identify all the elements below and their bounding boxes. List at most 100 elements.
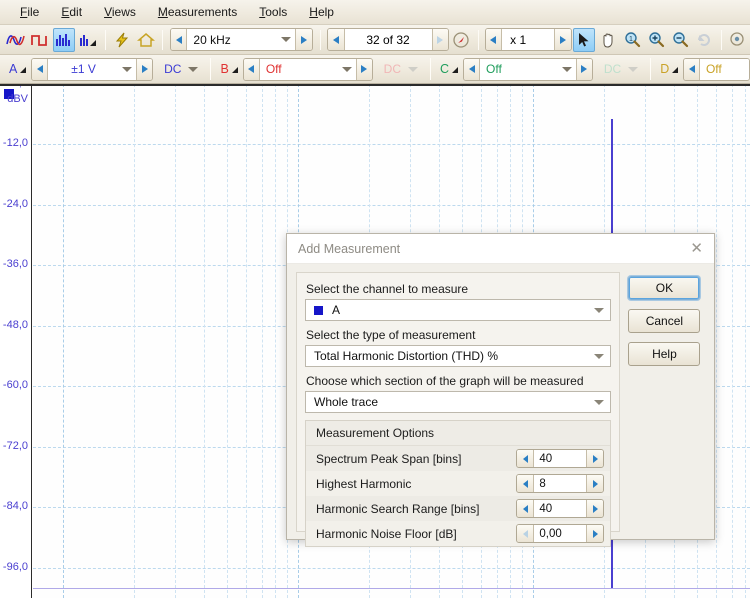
graph-section-label: Choose which section of the graph will b… — [306, 374, 584, 388]
channel-c-range-dropdown[interactable] — [558, 58, 576, 80]
channel-b-button[interactable]: B — [215, 62, 239, 76]
channel-c-range-next[interactable] — [575, 58, 592, 80]
page-next-button[interactable] — [431, 29, 449, 50]
harmonic-search-range-label: Harmonic Search Range [bins] — [316, 501, 480, 516]
channel-c-range-prev[interactable] — [464, 58, 481, 80]
channel-a-button[interactable]: A — [4, 62, 28, 76]
menu-file[interactable]: FileFile — [9, 2, 50, 22]
frequency-dropdown-arrow[interactable] — [276, 29, 295, 50]
channel-a-range-dropdown[interactable] — [118, 58, 137, 80]
channel-a-label: A — [9, 62, 18, 76]
menu-measurements[interactable]: Measurements — [147, 2, 248, 22]
harmonic-noise-floor-increment[interactable] — [586, 525, 604, 542]
channel-a-range-prev[interactable] — [32, 58, 49, 80]
zoom-factor-group[interactable]: x 1 — [484, 28, 573, 51]
channel-separator-b — [430, 58, 431, 80]
channel-a-range-value[interactable]: ±1 V — [48, 58, 119, 80]
spectrum-peak-span-spinner[interactable]: 40 — [516, 449, 605, 468]
frequency-next-button[interactable] — [294, 29, 312, 50]
channel-c-range-value[interactable]: Off — [480, 58, 559, 80]
svg-text:1: 1 — [629, 36, 633, 43]
waveform-page-value[interactable]: 32 of 32 — [344, 29, 432, 50]
spectrum-peak-span-increment[interactable] — [586, 450, 604, 467]
menu-tools[interactable]: Tools — [248, 2, 298, 22]
measurement-type-select[interactable]: Total Harmonic Distortion (THD) % — [305, 345, 612, 367]
ok-button[interactable]: OK — [628, 276, 701, 300]
frequency-range-group[interactable]: 20 kHz — [169, 28, 313, 51]
harmonic-noise-floor-value[interactable]: 0,00 — [534, 525, 587, 542]
measurement-type-value: Total Harmonic Distortion (THD) % — [314, 349, 499, 363]
spectrum-peak-span-value[interactable]: 40 — [534, 450, 587, 467]
channel-d-button[interactable]: D — [655, 62, 680, 76]
chevron-down-icon[interactable] — [594, 399, 605, 405]
compass-icon[interactable] — [450, 28, 472, 52]
zoom-out-icon[interactable] — [670, 28, 692, 52]
harmonic-search-range-increment[interactable] — [586, 500, 604, 517]
graph-section-select[interactable]: Whole trace — [305, 391, 612, 413]
channel-b-range-next[interactable] — [355, 58, 372, 80]
square-wave-icon[interactable] — [29, 28, 51, 52]
menu-help[interactable]: Help — [298, 2, 345, 22]
graph-top-border — [0, 84, 750, 86]
harmonic-noise-floor-spinner[interactable]: 0,00 — [516, 524, 605, 543]
chevron-down-icon[interactable] — [594, 353, 605, 359]
scope-view-icon[interactable] — [5, 28, 27, 52]
toolbar-separator — [104, 29, 106, 50]
highest-harmonic-increment[interactable] — [586, 475, 604, 492]
lightning-icon[interactable] — [111, 28, 133, 52]
menu-views[interactable]: Views — [93, 2, 147, 22]
channel-b-range-value[interactable]: Off — [259, 58, 339, 80]
y-axis-tick: -24,0 — [2, 197, 28, 210]
home-icon[interactable] — [135, 28, 157, 52]
zoom-in-icon[interactable] — [645, 28, 667, 52]
channel-d-range-prev[interactable] — [684, 58, 700, 80]
highest-harmonic-value[interactable]: 8 — [534, 475, 587, 492]
cancel-button[interactable]: Cancel — [628, 309, 701, 333]
pointer-tool-icon[interactable] — [573, 27, 596, 52]
harmonic-search-range-decrement[interactable] — [517, 500, 535, 517]
channel-b-range-dropdown[interactable] — [338, 58, 356, 80]
dialog-body: Select the channel to measure A Select t… — [287, 264, 714, 547]
channel-d-range-value[interactable]: Off — [699, 58, 749, 80]
spectrum-view-icon[interactable] — [53, 27, 76, 52]
hand-tool-icon[interactable] — [597, 28, 619, 52]
close-icon[interactable]: ✕ — [687, 241, 706, 256]
highest-harmonic-spinner[interactable]: 8 — [516, 474, 605, 493]
help-button[interactable]: Help — [628, 342, 701, 366]
highest-harmonic-label: Highest Harmonic — [316, 476, 412, 491]
channel-select-value: A — [332, 303, 341, 317]
harmonic-search-range-value[interactable]: 40 — [534, 500, 587, 517]
frequency-range-value[interactable]: 20 kHz — [187, 29, 277, 50]
y-axis-tick: -72,0 — [2, 439, 28, 452]
y-axis-tick: -48,0 — [2, 318, 28, 331]
spectrum-peak-span-decrement[interactable] — [517, 450, 535, 467]
overflow-icon[interactable] — [727, 28, 749, 52]
channel-b-range-prev[interactable] — [243, 58, 260, 80]
channel-a-range-group[interactable]: ±1 V — [31, 57, 154, 81]
waveform-page-group[interactable]: 32 of 32 — [326, 28, 450, 51]
undo-icon — [694, 28, 716, 52]
harmonic-search-range-spinner[interactable]: 40 — [516, 499, 605, 518]
chevron-down-icon[interactable] — [594, 307, 605, 313]
option-row: Harmonic Search Range [bins] 40 — [306, 496, 611, 521]
page-prev-button[interactable] — [327, 29, 345, 50]
toolbar-separator-4 — [477, 29, 479, 50]
channel-a-range-next[interactable] — [136, 58, 153, 80]
channel-c-button[interactable]: C — [435, 62, 460, 76]
spectrum-persist-icon[interactable] — [77, 28, 99, 52]
zoom-factor-next-button[interactable] — [554, 29, 572, 50]
add-measurement-dialog[interactable]: Add Measurement ✕ Select the channel to … — [286, 233, 715, 547]
channel-select[interactable]: A — [305, 299, 612, 321]
channel-c-range-group[interactable]: Off — [463, 57, 593, 81]
highest-harmonic-decrement[interactable] — [517, 475, 535, 492]
frequency-prev-button[interactable] — [170, 29, 188, 50]
channel-b-range-group[interactable]: Off — [242, 57, 373, 81]
channel-d-range-group[interactable]: Off — [683, 57, 750, 81]
zoom-factor-prev-button[interactable] — [485, 29, 503, 50]
menu-edit[interactable]: Edit — [50, 2, 93, 22]
channel-a-coupling[interactable]: DC — [158, 58, 204, 81]
zoom-factor-value[interactable]: x 1 — [502, 29, 555, 50]
dialog-title: Add Measurement — [298, 241, 401, 256]
zoom-reset-icon[interactable]: 1 — [621, 28, 643, 52]
channel-b-coupling: DC — [378, 58, 424, 81]
